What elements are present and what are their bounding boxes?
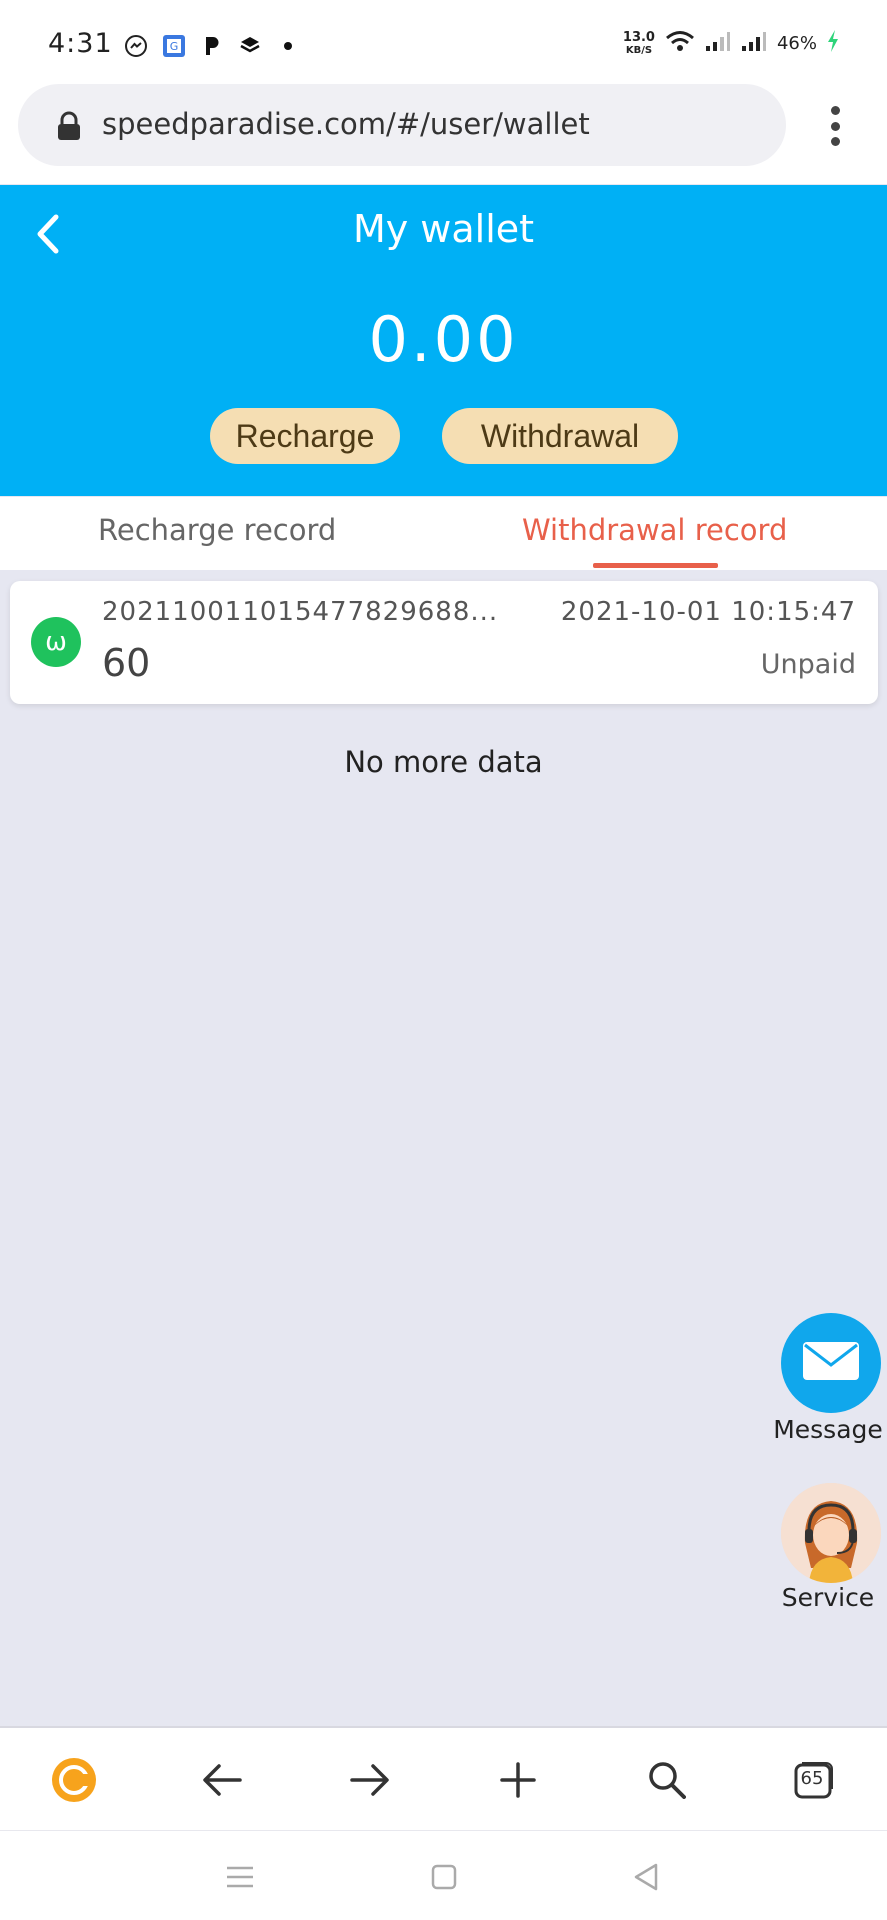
lock-icon bbox=[56, 111, 82, 145]
status-right: 13.0 KB/S 46% bbox=[623, 30, 839, 57]
speed-unit: KB/S bbox=[625, 44, 653, 56]
p-app-icon bbox=[200, 34, 224, 58]
tab-withdrawal-record[interactable]: Withdrawal record bbox=[522, 513, 787, 547]
network-speed: 13.0 KB/S bbox=[623, 31, 655, 57]
notification-icons: G bbox=[124, 34, 300, 58]
search-icon[interactable] bbox=[643, 1756, 691, 1804]
signal-icon-2 bbox=[741, 30, 767, 57]
back-triangle-icon[interactable] bbox=[626, 1857, 666, 1897]
tab-count: 65 bbox=[800, 1768, 824, 1789]
envelope-icon bbox=[802, 1341, 860, 1385]
tab-recharge-record[interactable]: Recharge record bbox=[98, 513, 336, 547]
message-button[interactable] bbox=[781, 1313, 881, 1413]
kebab-menu-icon[interactable] bbox=[829, 106, 841, 146]
svg-text:G: G bbox=[170, 40, 179, 53]
signal-icon bbox=[705, 30, 731, 57]
speed-value: 13.0 bbox=[622, 29, 655, 45]
browser-toolbar: 65 bbox=[0, 1726, 887, 1830]
withdrawal-record-item[interactable]: ω 2021100110154778296​88... 2021-10-01 1… bbox=[10, 581, 878, 704]
record-amount: 60 bbox=[102, 641, 151, 685]
message-label: Message bbox=[773, 1415, 883, 1444]
support-agent-icon bbox=[781, 1483, 881, 1583]
back-arrow-icon[interactable] bbox=[198, 1756, 246, 1804]
system-nav-bar bbox=[0, 1830, 887, 1920]
home-icon[interactable] bbox=[424, 1857, 464, 1897]
active-tab-indicator bbox=[593, 563, 718, 568]
status-time: 4:31 bbox=[48, 28, 113, 59]
recharge-button[interactable]: Recharge bbox=[210, 408, 400, 464]
page-title: My wallet bbox=[352, 207, 535, 251]
tabs-icon[interactable]: 65 bbox=[790, 1756, 838, 1804]
wifi-icon bbox=[665, 30, 695, 57]
url-field[interactable]: speedparadise.com/#/user/wallet bbox=[18, 84, 786, 166]
status-bar: 4:31 G 13.0 KB/S 46% bbox=[0, 0, 887, 84]
plus-icon[interactable] bbox=[494, 1756, 542, 1804]
dot-icon bbox=[276, 34, 300, 58]
battery-level: 46% bbox=[776, 33, 817, 54]
layers-icon bbox=[238, 34, 262, 58]
no-more-data-text: No more data bbox=[344, 745, 543, 779]
wallet-balance: 0.00 bbox=[368, 303, 519, 376]
forward-arrow-icon[interactable] bbox=[346, 1756, 394, 1804]
record-time: 2021-10-01 10:15:47 bbox=[560, 597, 856, 627]
record-type-icon: ω bbox=[31, 617, 81, 667]
url-text: speedparadise.com/#/user/wallet bbox=[102, 107, 590, 141]
service-label: Service bbox=[781, 1583, 875, 1612]
record-tabs: Recharge record Withdrawal record bbox=[0, 497, 887, 570]
wallet-header: My wallet 0.00 Recharge Withdrawal bbox=[0, 185, 887, 496]
withdrawal-button[interactable]: Withdrawal bbox=[442, 408, 678, 464]
record-status: Unpaid bbox=[760, 649, 856, 680]
google-translate-icon: G bbox=[162, 34, 186, 58]
recents-icon[interactable] bbox=[220, 1857, 260, 1897]
browser-address-bar: speedparadise.com/#/user/wallet bbox=[0, 84, 887, 184]
c-browser-icon[interactable] bbox=[50, 1756, 98, 1804]
charging-icon bbox=[827, 30, 839, 57]
order-number: 2021100110154778296​88... bbox=[102, 597, 499, 627]
messenger-icon bbox=[124, 34, 148, 58]
service-button[interactable] bbox=[781, 1483, 881, 1583]
